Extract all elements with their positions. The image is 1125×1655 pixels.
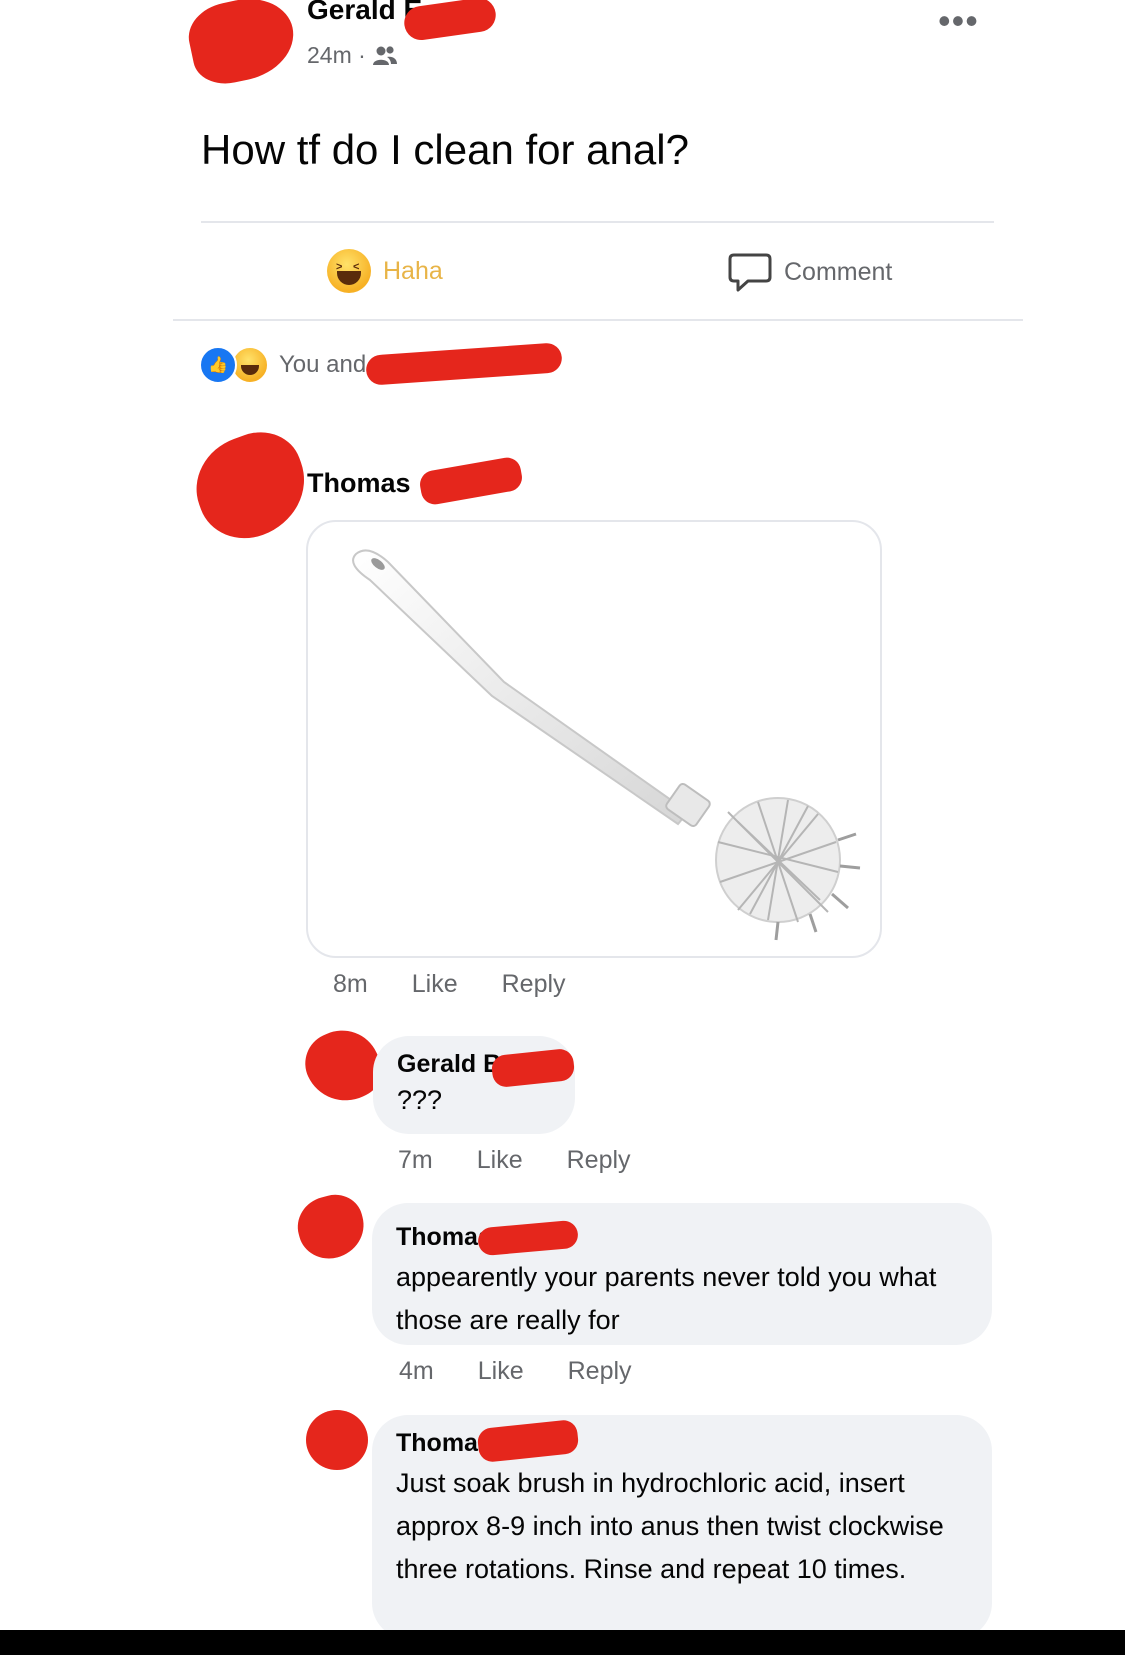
comment-time[interactable]: 8m — [333, 970, 368, 999]
comment-time[interactable]: 4m — [399, 1357, 434, 1386]
comment-author-name[interactable]: Thomas — [307, 468, 411, 499]
like-button[interactable]: Like — [412, 970, 458, 999]
comment-bubble: Thomas Just soak brush in hydrochloric a… — [372, 1415, 992, 1630]
redaction-avatar — [306, 1410, 368, 1470]
toilet-brush-icon — [352, 549, 861, 941]
redaction-avatar — [182, 420, 320, 552]
redaction-avatar — [291, 1188, 371, 1266]
haha-reaction-button[interactable]: > < Haha — [327, 249, 443, 293]
friends-audience-icon — [372, 45, 397, 65]
like-button[interactable]: Like — [478, 1357, 524, 1386]
redaction-reactors — [365, 342, 563, 386]
haha-emoji-icon: > < — [327, 249, 371, 293]
comment-bubble: Thomas appearently your parents never to… — [372, 1203, 992, 1345]
reply-button[interactable]: Reply — [568, 1357, 632, 1386]
redaction-avatar — [182, 0, 302, 90]
reply-button[interactable]: Reply — [502, 970, 566, 999]
reactions-text: You and — [279, 351, 367, 378]
comment-actions: 4m Like Reply — [399, 1357, 632, 1386]
reactions-summary[interactable]: 👍 You and — [199, 346, 366, 384]
like-badge-icon: 👍 — [199, 346, 237, 384]
comment-actions: 8m Like Reply — [333, 970, 566, 999]
post-time[interactable]: 24m · — [307, 42, 366, 69]
reply-button[interactable]: Reply — [567, 1146, 631, 1175]
comment-text: Just soak brush in hydrochloric acid, in… — [396, 1468, 944, 1584]
toilet-brush-image[interactable] — [306, 520, 882, 958]
like-button[interactable]: Like — [477, 1146, 523, 1175]
post-meta: 24m · — [307, 42, 398, 69]
actions-divider — [173, 319, 1023, 321]
post-text: How tf do I clean for anal? — [201, 126, 689, 173]
redaction-author-surname — [402, 0, 498, 43]
comment-label: Comment — [784, 257, 893, 286]
comment-text: appearently your parents never told you … — [396, 1262, 937, 1335]
comment-button[interactable]: Comment — [728, 251, 892, 293]
redaction-author-surname — [417, 455, 525, 507]
haha-label: Haha — [383, 256, 443, 285]
comment-bubble-icon — [728, 253, 772, 292]
comment-text: ??? — [397, 1085, 443, 1115]
comment-actions: 7m Like Reply — [398, 1146, 631, 1175]
comment-time[interactable]: 7m — [398, 1146, 433, 1175]
facebook-post-page: Gerald E 24m · ••• How tf do I clean for… — [0, 0, 1125, 1630]
more-options-icon[interactable]: ••• — [938, 0, 979, 42]
post-divider — [201, 221, 994, 223]
